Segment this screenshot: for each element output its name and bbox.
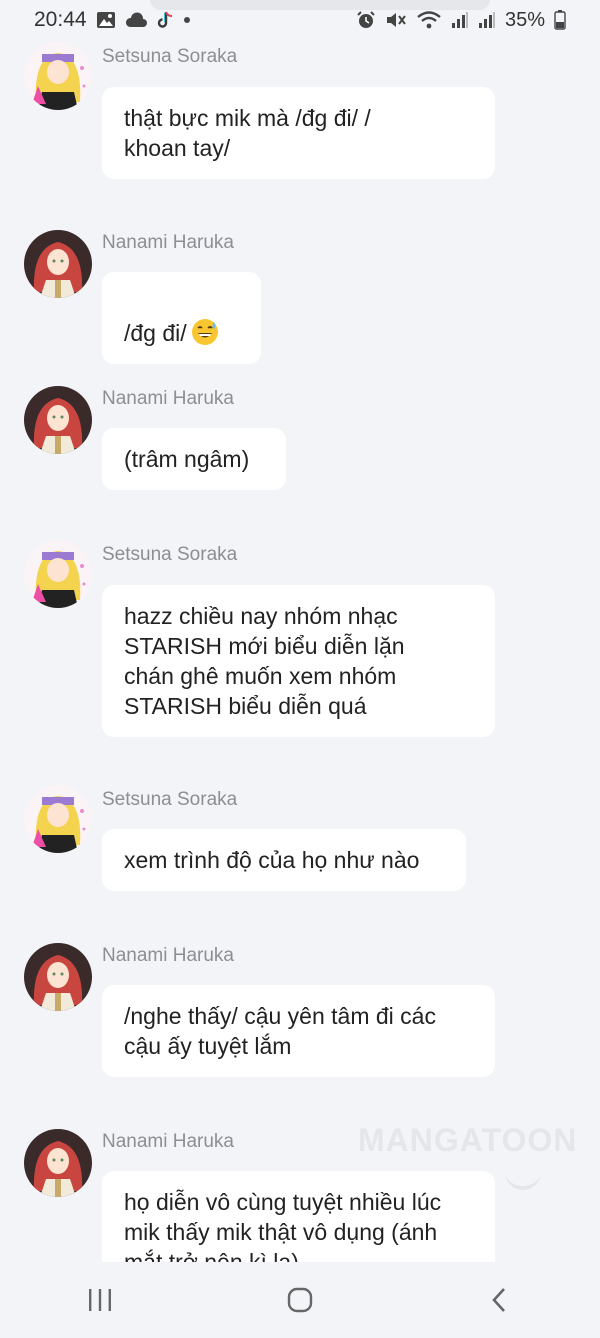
wifi-icon	[416, 10, 442, 30]
status-time: 20:44	[34, 8, 87, 31]
message-bubble[interactable]: /nghe thấy/ cậu yên tâm đi các cậu ấy tu…	[102, 985, 495, 1077]
avatar-setsuna[interactable]	[24, 540, 92, 608]
message-bubble[interactable]: thật bực mik mà /đg đi/ / khoan tay/	[102, 87, 495, 179]
chat-thread[interactable]: Setsuna Soraka thật bực mik mà /đg đi/ /…	[0, 40, 600, 1262]
cloud-icon	[125, 12, 147, 28]
image-icon	[96, 11, 116, 29]
back-button[interactable]	[470, 1270, 530, 1330]
tiktok-icon	[156, 10, 174, 30]
home-button[interactable]	[270, 1270, 330, 1330]
avatar-nanami[interactable]	[24, 943, 92, 1011]
message-text: /đg đi/	[124, 320, 187, 346]
sender-name: Nanami Haruka	[102, 232, 234, 253]
avatar-nanami[interactable]	[24, 230, 92, 298]
sender-name: Nanami Haruka	[102, 1131, 234, 1152]
sender-name: Setsuna Soraka	[102, 46, 238, 67]
signal-icon	[451, 11, 469, 29]
avatar-nanami[interactable]	[24, 1129, 92, 1197]
recent-apps-icon	[89, 1289, 111, 1311]
signal-icon	[478, 11, 496, 29]
mangatoon-watermark: MANGATOON	[358, 1122, 578, 1158]
avatar-nanami[interactable]	[24, 386, 92, 454]
sender-name: Setsuna Soraka	[102, 544, 238, 565]
back-icon	[492, 1288, 505, 1312]
mute-icon	[385, 10, 407, 30]
battery-percent: 35%	[504, 8, 545, 31]
message-bubble[interactable]: /đg đi/	[102, 272, 261, 364]
battery-icon	[554, 10, 566, 30]
message-bubble[interactable]: (trâm ngâm)	[102, 428, 286, 490]
dot-icon	[183, 16, 191, 24]
navigation-bar	[0, 1262, 600, 1338]
sender-name: Setsuna Soraka	[102, 789, 238, 810]
sender-name: Nanami Haruka	[102, 945, 234, 966]
message-bubble[interactable]: xem trình độ của họ như nào	[102, 829, 466, 891]
recent-apps-button[interactable]	[70, 1270, 130, 1330]
grinning-sweat-emoji-icon	[191, 318, 219, 346]
watermark-smile	[505, 1170, 541, 1190]
status-bar: 20:44 35%	[0, 0, 600, 40]
message-bubble[interactable]: họ diễn vô cùng tuyệt nhiều lúc mik thấy…	[102, 1171, 495, 1262]
sender-name: Nanami Haruka	[102, 388, 234, 409]
alarm-icon	[356, 10, 376, 30]
message-bubble[interactable]: hazz chiều nay nhóm nhạc STARISH mới biể…	[102, 585, 495, 737]
avatar-setsuna[interactable]	[24, 785, 92, 853]
avatar-setsuna[interactable]	[24, 42, 92, 110]
home-icon	[287, 1287, 313, 1313]
